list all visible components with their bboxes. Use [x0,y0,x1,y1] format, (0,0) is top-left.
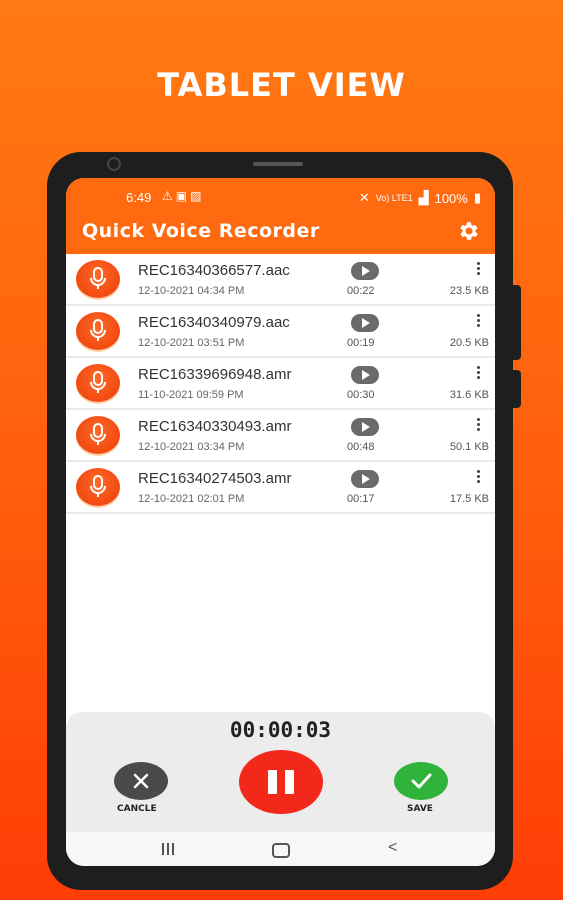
recordings-list: REC16340366577.aac 12-10-2021 04:34 PM 0… [66,254,495,514]
battery-icon: ▮ [473,190,481,205]
device-screen: 6:49 ⚠▣▨ ✕ Vo) LTE1 ▟ 100% ▮ Quick Voice… [66,178,495,866]
message-icon: ▣ [175,189,191,203]
battery-percent: 100% [434,190,468,206]
recording-duration: 00:48 [347,441,375,453]
microphone-icon [76,416,120,454]
recording-size: 50.1 KB [449,441,489,453]
recording-size: 23.5 KB [449,285,489,297]
warning-icon: ⚠ [162,189,176,203]
status-time: 6:49 [126,190,152,205]
recording-row[interactable]: REC16340330493.amr 12-10-2021 03:34 PM 0… [66,410,495,462]
recording-date: 12-10-2021 04:34 PM [138,285,245,297]
system-nav-bar: < [66,832,495,866]
close-icon [133,773,149,789]
save-label: SAVE [407,804,433,814]
more-options-icon[interactable] [477,262,481,277]
microphone-icon [76,260,120,298]
recording-name: REC16340274503.amr [138,470,292,487]
microphone-icon [76,364,120,402]
recording-size: 31.6 KB [449,389,489,401]
recording-name: REC16340340979.aac [138,314,290,331]
recording-name: REC16340366577.aac [138,262,290,279]
recording-duration: 00:30 [347,389,375,401]
volume-button [513,285,521,360]
gear-icon[interactable] [457,219,481,243]
power-button [513,370,521,408]
more-options-icon[interactable] [477,314,481,329]
more-options-icon[interactable] [477,366,481,381]
more-options-icon[interactable] [477,418,481,433]
back-icon[interactable]: < [388,839,397,857]
status-bar: 6:49 ⚠▣▨ ✕ Vo) LTE1 ▟ 100% ▮ [66,178,495,216]
recording-date: 12-10-2021 02:01 PM [138,493,245,505]
status-notification-icons: ⚠▣▨ [162,189,204,203]
network-label: Vo) LTE1 [375,192,413,203]
microphone-icon [76,468,120,506]
front-camera [107,157,121,171]
more-options-icon[interactable] [477,470,481,485]
recents-icon[interactable] [162,843,174,855]
recording-row[interactable]: REC16340340979.aac 12-10-2021 03:51 PM 0… [66,306,495,358]
recording-timer: 00:00:03 [229,718,332,742]
play-icon[interactable] [351,470,379,488]
save-button[interactable] [394,762,448,800]
play-icon[interactable] [351,262,379,280]
recording-duration: 00:17 [347,493,375,505]
checkmark-icon [411,773,432,789]
headline: TABLET VIEW [157,66,406,104]
recording-size: 20.5 KB [449,337,489,349]
recording-size: 17.5 KB [449,493,489,505]
signal-icon: ▟ [418,190,429,205]
app-title: Quick Voice Recorder [82,220,320,242]
recording-date: 12-10-2021 03:51 PM [138,337,245,349]
recording-duration: 00:19 [347,337,375,349]
recording-row[interactable]: REC16339696948.amr 11-10-2021 09:59 PM 0… [66,358,495,410]
status-right-group: ✕ Vo) LTE1 ▟ 100% ▮ [359,190,481,206]
mute-icon: ✕ [358,190,370,205]
cancel-label: CANCLE [117,804,157,814]
home-icon[interactable] [272,843,290,858]
pause-icon-bar [285,770,294,794]
play-icon[interactable] [351,314,379,332]
recording-row[interactable]: REC16340274503.amr 12-10-2021 02:01 PM 0… [66,462,495,514]
recording-name: REC16339696948.amr [138,366,292,383]
recording-date: 11-10-2021 09:59 PM [138,389,244,401]
app-bar: Quick Voice Recorder [66,216,495,254]
earpiece-speaker [253,162,303,166]
pause-button[interactable] [239,750,323,814]
cancel-button[interactable] [114,762,168,800]
recorder-panel: 00:00:03 CANCLE SAVE [66,712,495,832]
microphone-icon [76,312,120,350]
recording-date: 12-10-2021 03:34 PM [138,441,245,453]
play-icon[interactable] [351,418,379,436]
recording-duration: 00:22 [347,285,375,297]
image-icon: ▨ [190,189,205,203]
pause-icon [268,770,277,794]
recording-name: REC16340330493.amr [138,418,292,435]
play-icon[interactable] [351,366,379,384]
recording-row[interactable]: REC16340366577.aac 12-10-2021 04:34 PM 0… [66,254,495,306]
